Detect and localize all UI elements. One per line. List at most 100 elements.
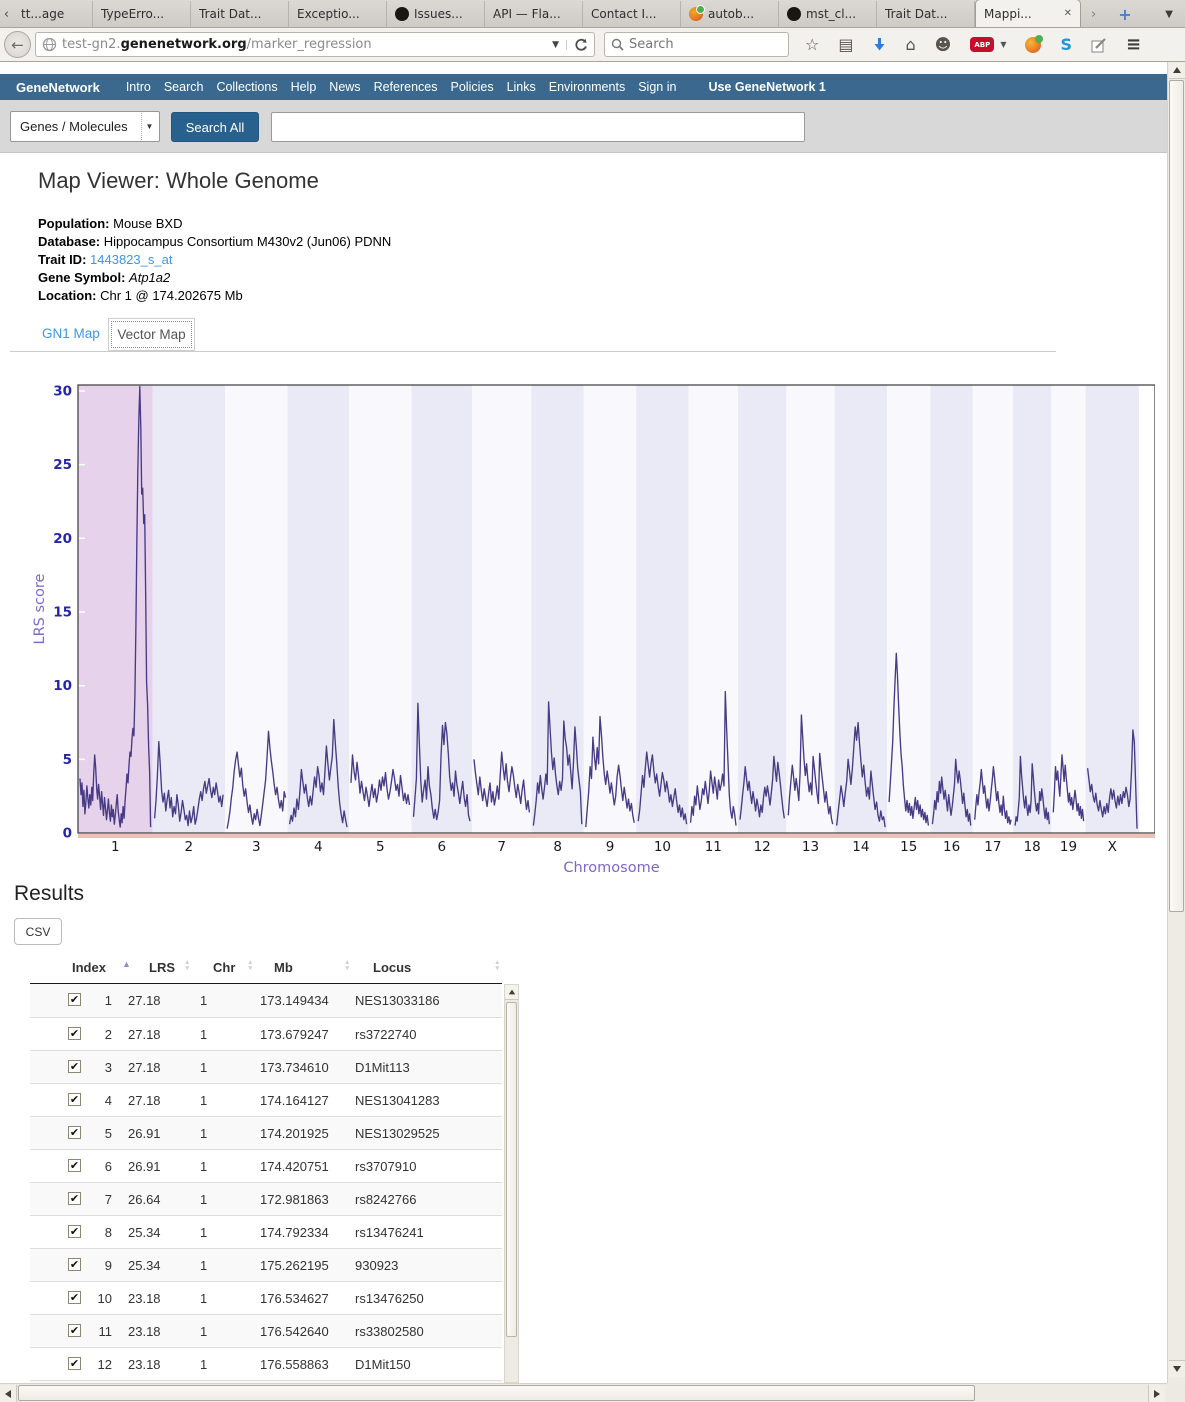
- sort-both-icon[interactable]: ▲▼: [247, 960, 253, 972]
- adblock-dropdown-icon[interactable]: ▼: [1000, 40, 1006, 49]
- trait-meta: Population: Mouse BXDDatabase: Hippocamp…: [38, 215, 391, 305]
- bookmark-star-icon[interactable]: ☆: [805, 35, 819, 54]
- compose-icon[interactable]: [1091, 37, 1107, 53]
- table-scroll-up-icon[interactable]: [505, 985, 518, 1000]
- scroll-up-icon[interactable]: [1169, 62, 1185, 79]
- cell-chr: 1: [200, 1027, 207, 1042]
- nav-item-intro[interactable]: Intro: [126, 80, 151, 94]
- browser-tab[interactable]: API — Fla...: [485, 1, 583, 27]
- sort-asc-icon[interactable]: ▲: [122, 960, 131, 969]
- x-tick-label: 4: [314, 839, 323, 855]
- new-tab-button[interactable]: +: [1106, 1, 1143, 27]
- x-tick-label: 16: [943, 839, 960, 855]
- tab-gn1-map[interactable]: GN1 Map: [42, 326, 100, 341]
- browser-tab[interactable]: tt...age: [13, 1, 93, 27]
- sort-both-icon[interactable]: ▲▼: [184, 960, 190, 972]
- cell-mb: 172.981863: [260, 1192, 329, 1207]
- search-category-select[interactable]: Genes / Molecules ▼: [10, 111, 160, 142]
- menu-icon[interactable]: ≡: [1126, 34, 1141, 55]
- sort-both-icon[interactable]: ▲▼: [344, 960, 350, 972]
- scroll-left-icon[interactable]: [0, 1385, 17, 1402]
- col-header-lrs[interactable]: LRS: [149, 960, 175, 975]
- cell-mb: 173.734610: [260, 1060, 329, 1075]
- meta-value: Hippocampus Consortium M430v2 (Jun06) PD…: [100, 234, 391, 249]
- browser-search-box[interactable]: [604, 32, 789, 57]
- chromosome-band-17: [973, 386, 1013, 833]
- nav-item-environments[interactable]: Environments: [549, 80, 625, 94]
- table-scrollbar-thumb[interactable]: [506, 1002, 517, 1337]
- chat-icon[interactable]: ☻: [935, 35, 952, 54]
- site-search-bar: Genes / Molecules ▼ Search All: [0, 100, 1167, 153]
- url-dropdown-icon[interactable]: ▼: [545, 40, 567, 50]
- browser-tab[interactable]: Exceptio...: [289, 1, 387, 27]
- nav-item-references[interactable]: References: [374, 80, 438, 94]
- browser-tab-label: Trait Dat...: [199, 7, 261, 21]
- browser-tab[interactable]: TypeErro...: [93, 1, 191, 27]
- x-axis-label: Chromosome: [563, 860, 659, 876]
- browser-search-input[interactable]: [629, 37, 769, 52]
- csv-button[interactable]: CSV: [14, 918, 62, 945]
- select-dropdown-icon[interactable]: ▼: [141, 113, 157, 140]
- home-icon[interactable]: ⌂: [905, 35, 915, 54]
- browser-tab[interactable]: Contact I...: [583, 1, 681, 27]
- list-all-tabs-icon[interactable]: ▼: [1153, 1, 1185, 27]
- col-header-mb[interactable]: Mb: [274, 960, 293, 975]
- extension-ball-icon[interactable]: [1025, 37, 1041, 53]
- search-all-button[interactable]: Search All: [171, 112, 259, 142]
- url-text[interactable]: test-gn2.genenetwork.org/marker_regressi…: [62, 37, 545, 52]
- horizontal-scrollbar[interactable]: [0, 1383, 1167, 1402]
- cell-mb: 173.679247: [260, 1027, 329, 1042]
- col-header-locus[interactable]: Locus: [373, 960, 411, 975]
- sort-both-icon[interactable]: ▲▼: [494, 960, 500, 972]
- scroll-right-icon[interactable]: [1148, 1385, 1165, 1402]
- vertical-scrollbar[interactable]: [1167, 62, 1185, 1383]
- nav-item-search[interactable]: Search: [164, 80, 204, 94]
- nav-use-gn1-link[interactable]: Use GeneNetwork 1: [708, 80, 825, 94]
- tab-scroll-left-icon[interactable]: ‹: [0, 1, 13, 27]
- browser-window: ‹ tt...ageTypeErro... Trait Dat... Excepti…: [0, 0, 1185, 1402]
- chromosome-band-7: [472, 386, 531, 833]
- cell-mb: 176.542640: [260, 1324, 329, 1339]
- tab-vector-map[interactable]: Vector Map: [108, 318, 195, 351]
- back-button[interactable]: ←: [4, 31, 31, 58]
- reading-list-icon[interactable]: ▤: [838, 35, 853, 54]
- cell-idx: 12: [64, 1357, 112, 1372]
- skype-icon[interactable]: S: [1060, 35, 1072, 54]
- reload-icon[interactable]: [567, 38, 588, 52]
- browser-tab[interactable]: mst_cl...: [779, 1, 877, 27]
- nav-item-collections[interactable]: Collections: [216, 80, 277, 94]
- y-tick-label: 5: [63, 752, 72, 768]
- browser-tab[interactable]: Trait Dat...: [191, 1, 289, 27]
- table-row: ✔1023.181176.534627rs13476250: [30, 1281, 502, 1314]
- downloads-icon[interactable]: [872, 37, 886, 52]
- browser-tab[interactable]: Trait Dat...: [877, 1, 975, 27]
- url-bar[interactable]: test-gn2.genenetwork.org/marker_regressi…: [35, 32, 595, 57]
- browser-tab[interactable]: Mappi...✕: [975, 0, 1081, 27]
- nav-item-links[interactable]: Links: [507, 80, 536, 94]
- nav-item-help[interactable]: Help: [291, 80, 317, 94]
- nav-item-sign-in[interactable]: Sign in: [638, 80, 676, 94]
- col-header-index[interactable]: Index: [72, 960, 106, 975]
- nav-item-news[interactable]: News: [329, 80, 360, 94]
- browser-tab-label: Exceptio...: [297, 7, 360, 21]
- chromosome-band-2: [153, 386, 226, 833]
- horizontal-scrollbar-thumb[interactable]: [18, 1385, 975, 1401]
- cell-idx: 9: [64, 1258, 112, 1273]
- cell-lrs: 27.18: [128, 1060, 161, 1075]
- site-search-input[interactable]: [271, 112, 805, 142]
- cell-chr: 1: [200, 993, 207, 1008]
- scroll-down-icon[interactable]: [1169, 1360, 1185, 1377]
- col-header-chr[interactable]: Chr: [213, 960, 235, 975]
- table-scrollbar[interactable]: [504, 984, 519, 1383]
- search-icon: [611, 38, 624, 51]
- vertical-scrollbar-thumb[interactable]: [1169, 80, 1184, 912]
- browser-tab[interactable]: Issues...: [387, 1, 485, 27]
- nav-item-policies[interactable]: Policies: [451, 80, 494, 94]
- x-tick-label: X: [1108, 839, 1117, 855]
- tab-close-icon[interactable]: ✕: [1060, 8, 1072, 19]
- brand-link[interactable]: GeneNetwork: [16, 80, 100, 95]
- browser-tab[interactable]: autob...: [681, 1, 779, 27]
- adblock-plus-icon[interactable]: ABP: [970, 37, 994, 52]
- tab-overflow-right-icon[interactable]: ›: [1081, 1, 1106, 27]
- meta-value[interactable]: 1443823_s_at: [86, 252, 172, 267]
